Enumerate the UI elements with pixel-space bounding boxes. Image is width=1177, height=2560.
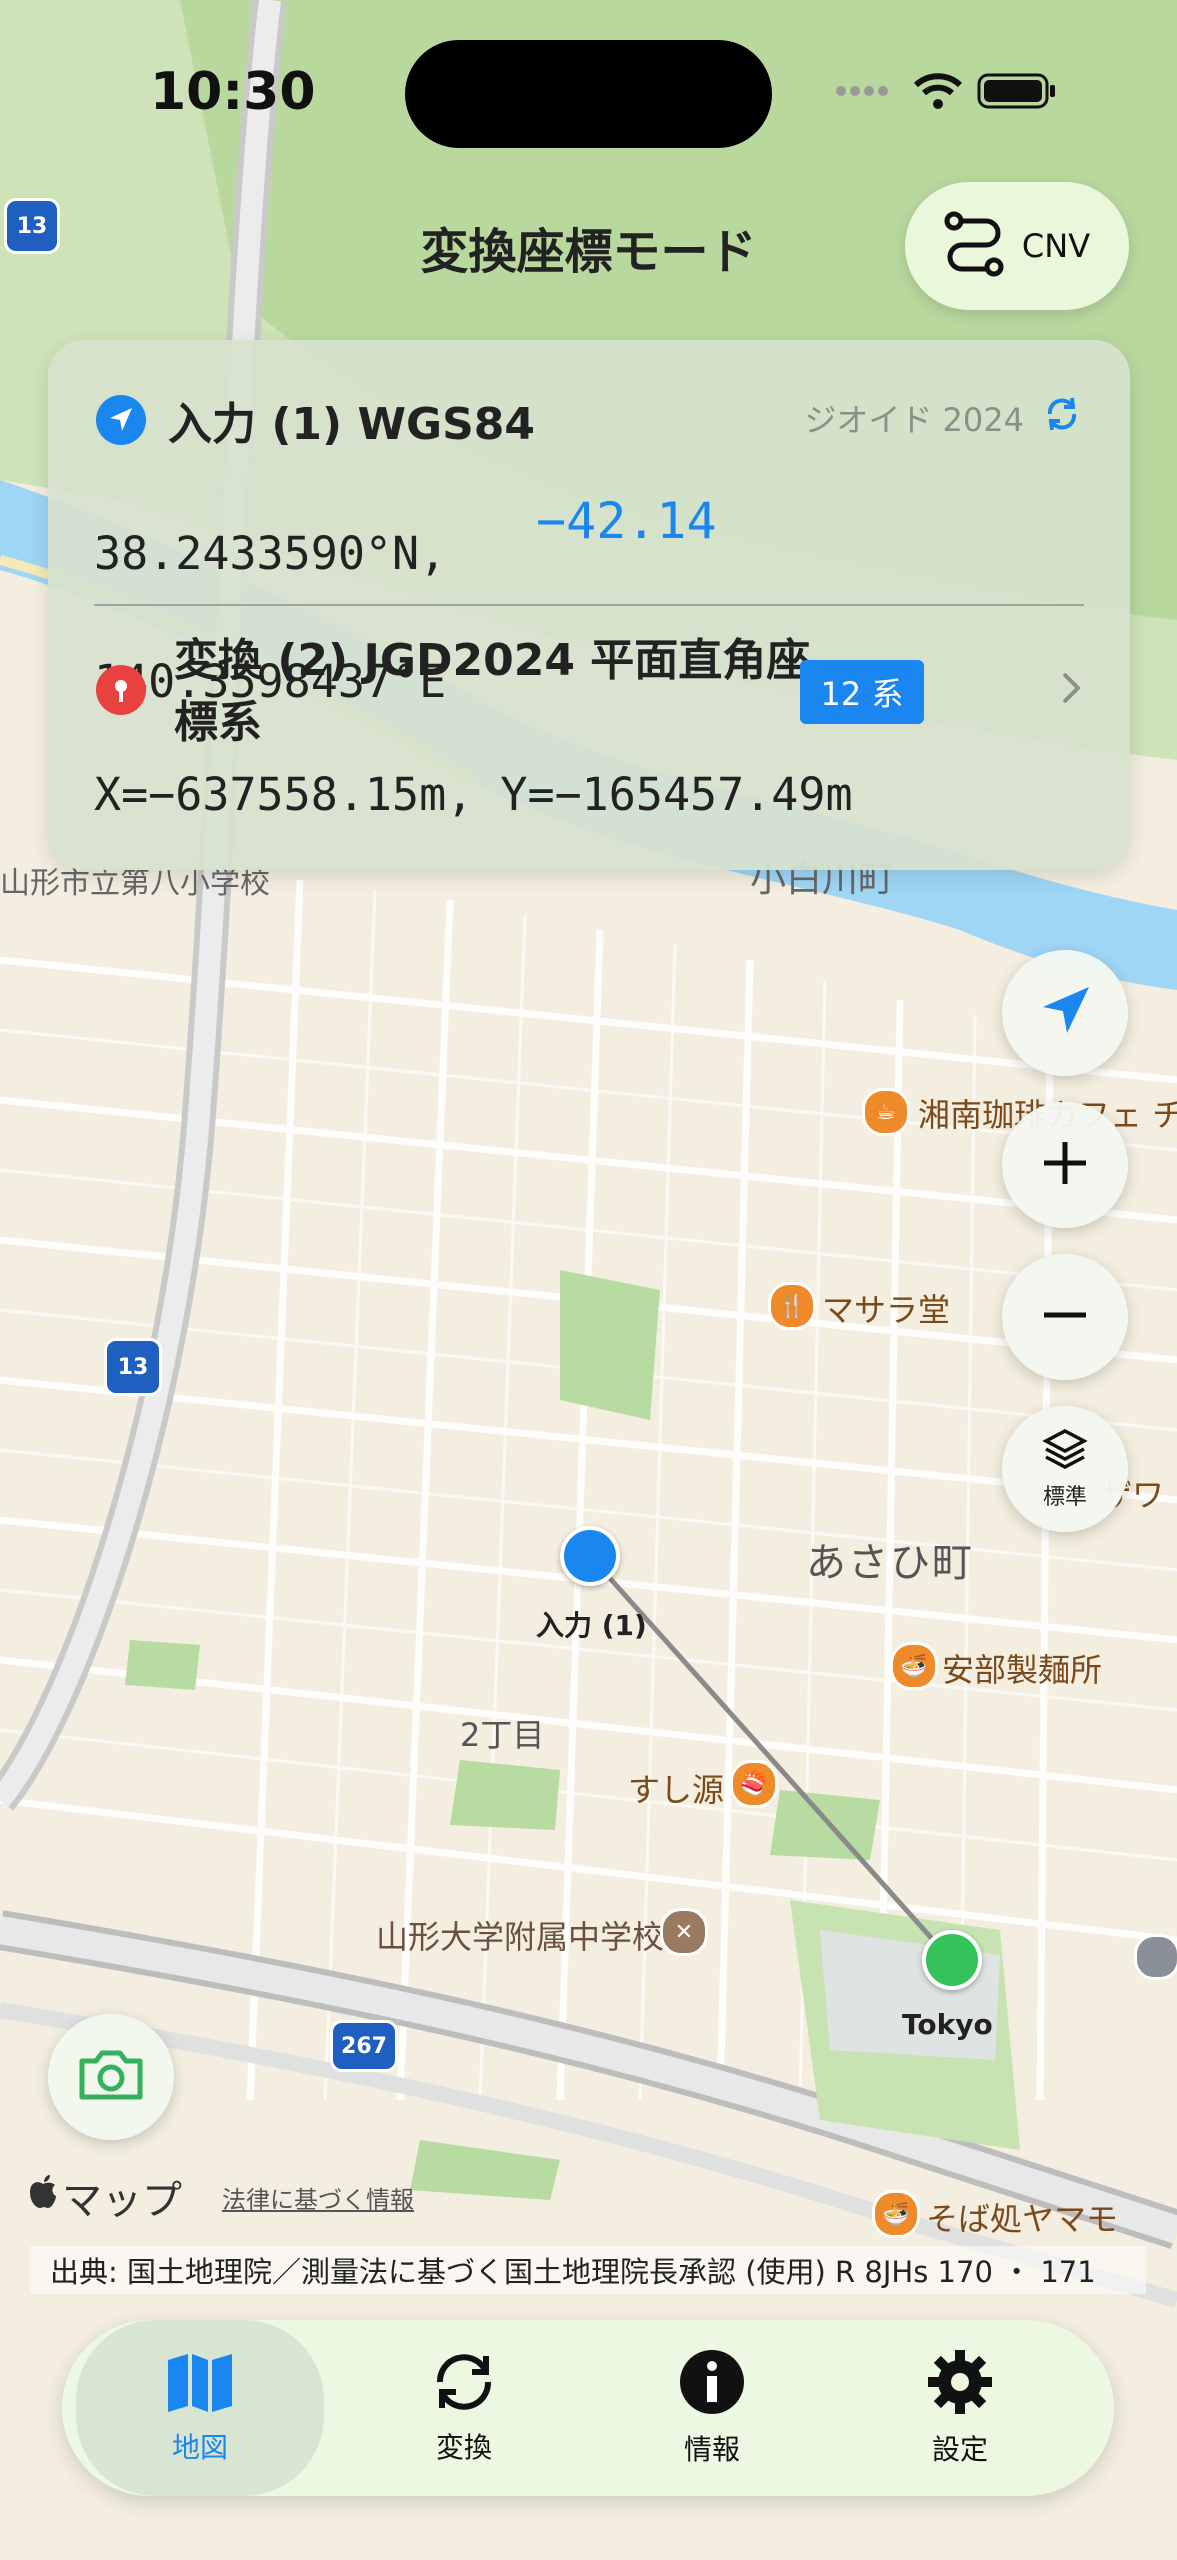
cnv-button[interactable]: CNV xyxy=(905,182,1129,310)
map-icon xyxy=(164,2350,236,2418)
tab-label: 地図 xyxy=(171,2431,228,2464)
divider xyxy=(94,604,1084,606)
chevron-right-icon[interactable] xyxy=(1060,668,1084,712)
zoom-out-button[interactable] xyxy=(1002,1254,1128,1380)
tab-map[interactable]: 地図 xyxy=(76,2320,324,2496)
minus-icon xyxy=(1040,1290,1090,1344)
status-icons xyxy=(835,68,1057,118)
status-time: 10:30 xyxy=(150,62,316,122)
sushi-icon: 🍣 xyxy=(730,1760,778,1808)
locate-button[interactable] xyxy=(1002,950,1128,1076)
layers-button[interactable]: 標準 xyxy=(1002,1406,1128,1532)
input-header: 入力 (1) WGS84 xyxy=(96,388,535,452)
map-label: マサラ堂 xyxy=(822,1291,951,1329)
route-shield: 267 xyxy=(330,2020,398,2072)
geoid-label: ジオイド 2024 xyxy=(804,401,1024,439)
camera-button[interactable] xyxy=(48,2014,174,2140)
input-pin-label: 入力 (1) xyxy=(536,1609,647,1642)
cnv-label: CNV xyxy=(1021,227,1091,265)
tab-bar: 地図 変換 情報 設定 xyxy=(62,2320,1114,2496)
zoom-in-button[interactable] xyxy=(1002,1102,1128,1228)
signal-icon xyxy=(835,81,899,105)
output-pin-label: Tokyo xyxy=(902,2008,993,2041)
map-label: そば処ヤマモ xyxy=(926,2200,1119,2238)
route-icon xyxy=(944,209,1004,283)
maps-brand: マップ xyxy=(28,2168,182,2226)
coordinate-card: 入力 (1) WGS84 ジオイド 2024 38.2433590°N, 140… xyxy=(48,340,1130,870)
tab-label: 設定 xyxy=(931,2433,988,2466)
cafe-icon: ☕ xyxy=(862,1088,910,1136)
attribution: 出典: 国土地理院／測量法に基づく国土地理院長承認 (使用) R 8JHs 17… xyxy=(30,2246,1146,2294)
noodle-icon: 🍜 xyxy=(872,2190,920,2238)
dynamic-island xyxy=(405,40,772,148)
output-pin[interactable] xyxy=(922,1930,982,1990)
info-icon xyxy=(678,2348,746,2420)
location-arrow-icon xyxy=(96,395,146,445)
refresh-icon[interactable] xyxy=(1042,394,1082,442)
map-label: 安部製麺所 xyxy=(942,1651,1103,1689)
zone-badge[interactable]: 12 系 xyxy=(800,660,924,724)
tab-info[interactable]: 情報 xyxy=(588,2320,836,2496)
battery-icon xyxy=(977,71,1057,115)
output-heading[interactable]: 変換 (2) JGD2024 平面直角座標系 xyxy=(174,630,834,754)
tab-label: 変換 xyxy=(435,2431,492,2464)
district-label: あさひ町 xyxy=(806,1540,974,1586)
sync-icon xyxy=(428,2350,500,2418)
apple-icon xyxy=(28,2174,58,2220)
input-heading: 入力 (1) WGS84 xyxy=(168,399,536,450)
wifi-icon xyxy=(913,71,963,115)
latitude-value: 38.2433590°N, xyxy=(94,527,447,580)
geoid-toggle[interactable]: ジオイド 2024 xyxy=(804,394,1082,442)
map-label: 山形大学附属中学校 xyxy=(376,1918,665,1956)
pin-icon xyxy=(96,665,146,715)
output-xy: X=−637558.15m, Y=−165457.49m xyxy=(94,768,853,821)
layers-icon xyxy=(1042,1427,1088,1477)
school-icon: ✕ xyxy=(660,1908,708,1956)
input-pin[interactable] xyxy=(560,1526,620,1586)
location-arrow-icon xyxy=(1035,981,1095,1045)
maps-brand-label: マップ xyxy=(62,2178,182,2224)
map-label: すし源 xyxy=(628,1771,725,1809)
tab-settings[interactable]: 設定 xyxy=(836,2320,1084,2496)
map-label: 2丁目 xyxy=(460,1716,545,1754)
height-value: −42.14 xyxy=(536,492,717,550)
police-icon xyxy=(1134,1934,1177,1980)
route-shield: 13 xyxy=(104,1338,162,1396)
camera-icon xyxy=(76,2047,146,2107)
restaurant-icon: 🍴 xyxy=(768,1282,816,1330)
tab-label: 情報 xyxy=(683,2433,740,2466)
legal-link[interactable]: 法律に基づく情報 xyxy=(222,2180,414,2215)
noodle-icon: 🍜 xyxy=(890,1642,938,1690)
layer-label: 標準 xyxy=(1042,1485,1087,1510)
plus-icon xyxy=(1040,1138,1090,1192)
gear-icon xyxy=(926,2348,994,2420)
tab-convert[interactable]: 変換 xyxy=(340,2320,588,2496)
